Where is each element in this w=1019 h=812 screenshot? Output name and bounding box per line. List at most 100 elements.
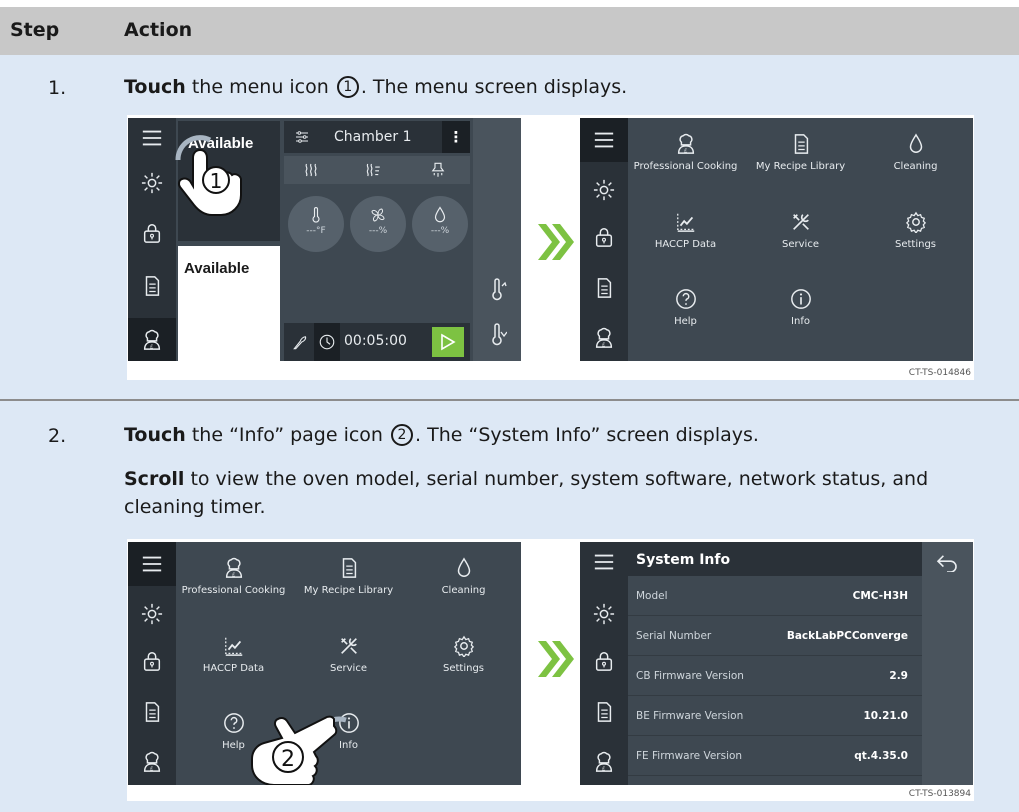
- table-header: Step Action: [0, 7, 1019, 55]
- menu-item-professional-cooking[interactable]: Professional Cooking: [176, 547, 291, 617]
- touch-hand-callout-1: 1: [170, 132, 260, 222]
- list-item: Serial Number BackLabPCConverge: [628, 616, 922, 656]
- chart-icon: [223, 635, 245, 657]
- core-temp-up-icon[interactable]: [487, 278, 507, 302]
- menu-item-cleaning[interactable]: Cleaning: [858, 123, 973, 193]
- touch-hand-callout-2: 2: [216, 692, 356, 785]
- back-arrow-icon: [936, 555, 957, 572]
- menu-item-help[interactable]: Help: [628, 278, 743, 348]
- chef-icon[interactable]: [580, 318, 628, 358]
- droplet-icon: [453, 557, 475, 579]
- callout-1: 1: [336, 76, 359, 98]
- menu-icon[interactable]: [580, 542, 628, 582]
- lock-icon[interactable]: [580, 641, 628, 681]
- step-2-number: 2.: [48, 425, 67, 447]
- step-1-number: 1.: [48, 77, 67, 99]
- sun-icon[interactable]: [128, 594, 176, 634]
- cooking-mode-bar: [284, 156, 470, 184]
- list-item: FE Firmware Version qt.4.35.0: [628, 736, 922, 776]
- next-arrow-icon: [534, 220, 578, 264]
- step-2-scroll-instruction: Scroll to view the oven model, serial nu…: [124, 468, 929, 518]
- menu-screen: Professional Cooking My Recipe Library C…: [580, 118, 973, 361]
- recipe-book-icon[interactable]: [128, 692, 176, 732]
- droplet-icon: [431, 206, 449, 224]
- menu-item-info[interactable]: Info: [743, 278, 858, 348]
- step-1-instruction: Touch the menu icon 1. The menu screen d…: [124, 76, 628, 98]
- lock-icon[interactable]: [580, 217, 628, 257]
- droplet-icon: [905, 133, 927, 155]
- menu-item-professional-cooking[interactable]: Professional Cooking: [628, 123, 743, 193]
- menu-item-my-recipe-library[interactable]: My Recipe Library: [743, 123, 858, 193]
- menu-item-settings[interactable]: Settings: [406, 625, 521, 695]
- fan-icon: [371, 208, 385, 222]
- list-item: CB Firmware Version 2.9: [628, 656, 922, 696]
- clock-button[interactable]: [314, 323, 340, 361]
- menu-item-service[interactable]: Service: [291, 625, 406, 695]
- sidebar: [580, 118, 628, 361]
- menu-grid: Professional Cooking My Recipe Library C…: [628, 118, 973, 361]
- menu-item-service[interactable]: Service: [743, 201, 858, 271]
- fan-gauge[interactable]: ---%: [350, 196, 406, 252]
- figure-code: CT-TS-013894: [908, 789, 971, 799]
- sidebar: [128, 118, 176, 361]
- menu-icon[interactable]: [128, 542, 176, 586]
- recipe-book-icon[interactable]: [580, 268, 628, 308]
- system-info-list[interactable]: Model CMC-H3H Serial Number BackLabPCConve…: [628, 576, 922, 776]
- chef-icon[interactable]: [580, 742, 628, 782]
- sun-icon[interactable]: [580, 170, 628, 210]
- help-icon: [675, 288, 697, 310]
- convection-mode-icon[interactable]: [429, 161, 447, 179]
- menu-item-haccp-data[interactable]: HACCP Data: [628, 201, 743, 271]
- sun-icon[interactable]: [580, 594, 628, 634]
- step-2-instruction: Touch the “Info” page icon 2. The “Syste…: [124, 424, 759, 446]
- sliders-icon[interactable]: [294, 129, 310, 145]
- more-options-icon[interactable]: ⋮: [442, 121, 470, 153]
- step-column-header: Step: [10, 19, 60, 41]
- combi-mode-icon[interactable]: [364, 161, 382, 179]
- action-column-header: Action: [124, 19, 193, 41]
- probe-icon[interactable]: [292, 333, 310, 351]
- next-arrow-icon: [534, 637, 578, 681]
- menu-item-cleaning[interactable]: Cleaning: [406, 547, 521, 617]
- lock-icon[interactable]: [128, 641, 176, 681]
- chef-icon[interactable]: [128, 742, 176, 782]
- list-item: BE Firmware Version 10.21.0: [628, 696, 922, 736]
- chef-icon[interactable]: [128, 318, 176, 361]
- sun-icon[interactable]: [128, 163, 176, 203]
- play-icon: [441, 333, 456, 351]
- chamber-header[interactable]: Chamber 1 ⋮: [284, 121, 470, 153]
- temperature-gauge[interactable]: ---°F: [288, 196, 344, 252]
- step-1-verb: Touch: [124, 76, 186, 98]
- clock-icon: [319, 334, 335, 350]
- back-button[interactable]: [922, 542, 973, 785]
- recipe-book-icon: [790, 133, 812, 155]
- menu-item-settings[interactable]: Settings: [858, 201, 973, 271]
- callout-2: 2: [391, 424, 414, 446]
- right-rail: [473, 118, 521, 361]
- step-2-verb-2: Scroll: [124, 468, 185, 490]
- core-temp-down-icon[interactable]: [487, 323, 507, 347]
- cook-timer[interactable]: 00:05:00: [344, 333, 407, 349]
- recipe-book-icon[interactable]: [128, 266, 176, 306]
- figure-code: CT-TS-014846: [908, 368, 971, 378]
- humidity-gauge[interactable]: ---%: [412, 196, 468, 252]
- recipe-book-icon[interactable]: [580, 692, 628, 732]
- step-2-figure: Professional Cooking My Recipe Library C…: [127, 539, 974, 801]
- page-title: System Info: [636, 552, 731, 568]
- lock-icon[interactable]: [128, 213, 176, 253]
- menu-item-haccp-data[interactable]: HACCP Data: [176, 625, 291, 695]
- menu-screen: Professional Cooking My Recipe Library C…: [128, 542, 521, 785]
- menu-item-my-recipe-library[interactable]: My Recipe Library: [291, 547, 406, 617]
- chamber-label: Chamber 1: [334, 129, 412, 145]
- tools-icon: [338, 635, 360, 657]
- svg-text:2: 2: [281, 747, 295, 772]
- steam-mode-icon[interactable]: [302, 161, 320, 179]
- cook-control-bar: 00:05:00: [284, 323, 470, 361]
- list-item: Model CMC-H3H: [628, 576, 922, 616]
- start-button[interactable]: [432, 327, 464, 357]
- gear-icon: [453, 635, 475, 657]
- recipe-book-icon: [338, 557, 360, 579]
- menu-icon[interactable]: [580, 118, 628, 162]
- status-card-bottom[interactable]: Available: [178, 246, 280, 361]
- menu-icon[interactable]: [128, 118, 176, 158]
